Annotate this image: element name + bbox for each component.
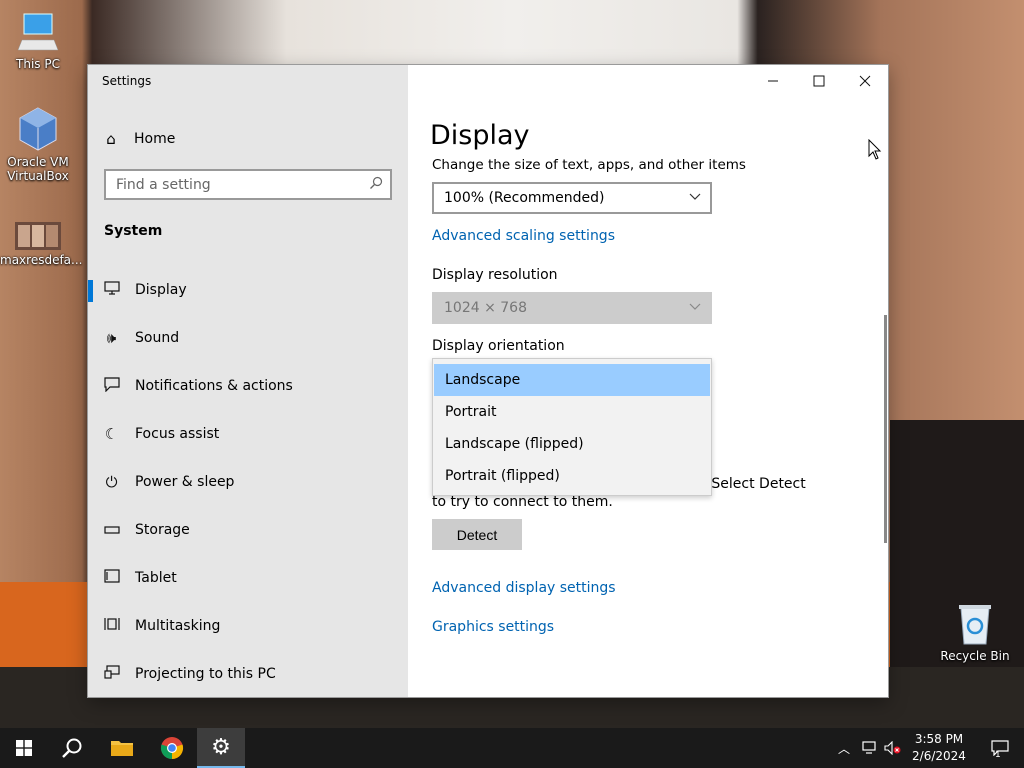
page-title: Display — [430, 120, 530, 151]
taskbar: ⚙ ︿ 3:58 PM 2/6/2024 1 — [0, 728, 1024, 768]
desktop-icon-label: Oracle VM VirtualBox — [7, 155, 69, 183]
notification-count-badge: 1 — [995, 750, 1001, 760]
sidebar-item-multitasking[interactable]: Multitasking — [88, 606, 408, 646]
action-center-button[interactable] — [980, 728, 1020, 768]
show-hidden-icons-button[interactable]: ︿ — [838, 728, 850, 768]
sidebar: Settings ⌂ Home Find a setting System Di… — [88, 65, 408, 697]
sidebar-item-storage[interactable]: Storage — [88, 510, 408, 550]
gear-icon: ⚙ — [211, 734, 231, 760]
orientation-dropdown-list: Landscape Portrait Landscape (flipped) P… — [432, 358, 712, 496]
search-icon — [62, 738, 82, 758]
network-icon — [862, 741, 876, 754]
clock-date: 2/6/2024 — [912, 749, 966, 763]
scale-value: 100% (Recommended) — [444, 190, 605, 206]
desktop-icon-image[interactable]: maxresdefa... — [0, 222, 82, 267]
home-icon: ⌂ — [106, 130, 116, 148]
chrome-button[interactable] — [148, 728, 196, 768]
chevron-down-icon — [688, 189, 702, 207]
power-icon: ⏻ — [105, 473, 118, 491]
sidebar-item-display[interactable]: Display — [88, 270, 408, 310]
sidebar-item-label: Projecting to this PC — [135, 666, 276, 682]
sidebar-item-label: Display — [135, 282, 187, 298]
scrollbar[interactable] — [884, 315, 887, 543]
sidebar-item-label: Power & sleep — [135, 474, 235, 490]
sidebar-item-label: Storage — [135, 522, 190, 538]
clock-time: 3:58 PM — [914, 732, 964, 746]
scale-dropdown[interactable]: 100% (Recommended) — [432, 182, 712, 214]
desktop-icon-recycle-bin[interactable]: Recycle Bin — [937, 602, 1013, 663]
orientation-label: Display orientation — [432, 338, 565, 354]
sidebar-item-label: Home — [134, 131, 176, 147]
desktop-icon-label: maxresdefa... — [0, 253, 83, 267]
chevron-down-icon — [688, 299, 702, 317]
desktop-icon-virtualbox[interactable]: Oracle VM VirtualBox — [0, 106, 76, 183]
multitasking-icon — [88, 617, 135, 635]
desktop-icon-label: This PC — [16, 57, 60, 71]
orientation-option-portrait[interactable]: Portrait — [434, 396, 710, 428]
window-title: Settings — [102, 74, 152, 88]
tablet-icon — [88, 569, 135, 587]
moon-icon: ☾ — [104, 425, 119, 443]
section-title: System — [104, 223, 163, 239]
sidebar-item-home[interactable]: ⌂ Home — [88, 125, 408, 153]
resolution-dropdown[interactable]: 1024 × 768 — [432, 292, 712, 324]
mouse-cursor-icon — [868, 139, 882, 160]
folder-icon — [111, 741, 133, 756]
clock[interactable]: 3:58 PM 2/6/2024 — [904, 731, 974, 765]
advanced-scaling-link[interactable]: Advanced scaling settings — [432, 228, 615, 244]
desktop-icon-label: Recycle Bin — [940, 649, 1010, 663]
sidebar-item-label: Notifications & actions — [135, 378, 293, 394]
advanced-display-settings-link[interactable]: Advanced display settings — [432, 580, 616, 596]
search-icon — [370, 176, 383, 189]
monitor-icon — [88, 281, 135, 299]
scale-label: Change the size of text, apps, and other… — [432, 157, 746, 173]
sidebar-item-focus-assist[interactable]: ☾ Focus assist — [88, 414, 408, 454]
sidebar-item-label: Multitasking — [135, 618, 221, 634]
speaker-icon: 🕪 — [106, 329, 117, 347]
virtualbox-icon — [19, 107, 57, 151]
orientation-option-landscape-flipped[interactable]: Landscape (flipped) — [434, 428, 710, 460]
sidebar-item-power-sleep[interactable]: ⏻ Power & sleep — [88, 462, 408, 502]
recycle-bin-icon — [959, 605, 991, 645]
windows-logo-icon — [16, 740, 32, 756]
sidebar-item-tablet[interactable]: Tablet — [88, 558, 408, 598]
main-content: Display Change the size of text, apps, a… — [408, 65, 888, 697]
projecting-icon — [88, 665, 135, 683]
file-explorer-button[interactable] — [98, 728, 146, 768]
sidebar-item-label: Sound — [135, 330, 180, 346]
settings-taskbar-button[interactable]: ⚙ — [197, 728, 245, 768]
resolution-label: Display resolution — [432, 267, 558, 283]
taskbar-search-button[interactable] — [48, 728, 96, 768]
detect-button[interactable]: Detect — [432, 519, 522, 550]
image-file-icon — [15, 222, 61, 250]
network-button[interactable] — [862, 728, 878, 768]
volume-muted-icon — [884, 741, 901, 755]
computer-icon — [17, 13, 59, 51]
orientation-option-portrait-flipped[interactable]: Portrait (flipped) — [434, 460, 710, 492]
sidebar-item-sound[interactable]: 🕪 Sound — [88, 318, 408, 358]
sidebar-item-label: Tablet — [135, 570, 177, 586]
desktop-icon-this-pc[interactable]: This PC — [0, 10, 76, 71]
resolution-value: 1024 × 768 — [444, 300, 527, 316]
detect-description-line-2: to try to connect to them. — [432, 494, 613, 510]
chrome-icon — [160, 737, 184, 760]
sidebar-item-projecting[interactable]: Projecting to this PC — [88, 654, 408, 694]
sidebar-item-label: Focus assist — [135, 426, 220, 442]
search-placeholder: Find a setting — [116, 176, 211, 193]
search-input[interactable]: Find a setting — [104, 169, 392, 200]
orientation-option-landscape[interactable]: Landscape — [434, 364, 710, 396]
settings-window: Settings ⌂ Home Find a setting System Di… — [88, 65, 888, 697]
graphics-settings-link[interactable]: Graphics settings — [432, 619, 554, 635]
volume-button[interactable] — [884, 728, 902, 768]
start-button[interactable] — [0, 728, 48, 768]
storage-icon — [88, 521, 135, 539]
sidebar-item-notifications[interactable]: Notifications & actions — [88, 366, 408, 406]
chevron-up-icon: ︿ — [838, 741, 851, 756]
notification-icon — [88, 376, 135, 396]
